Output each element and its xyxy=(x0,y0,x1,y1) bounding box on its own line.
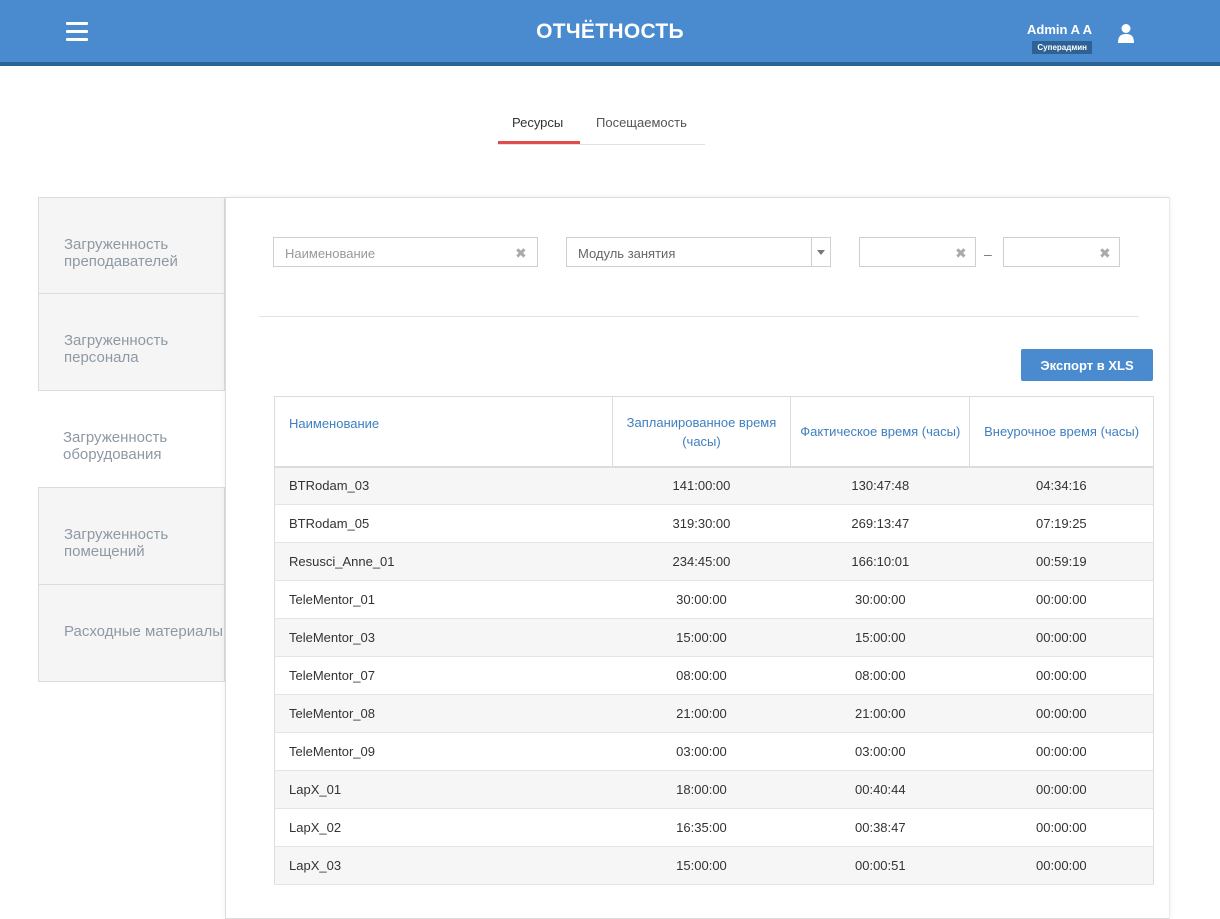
cell-overtime: 07:19:25 xyxy=(969,504,1154,543)
cell-name: BTRodam_05 xyxy=(274,504,613,543)
table-row[interactable]: TeleMentor_09 03:00:00 03:00:00 00:00:00 xyxy=(274,732,1154,771)
chevron-down-icon[interactable] xyxy=(817,250,825,255)
cell-planned: 15:00:00 xyxy=(612,846,791,885)
cell-name: BTRodam_03 xyxy=(274,466,613,505)
cell-actual: 30:00:00 xyxy=(790,580,970,619)
cell-actual: 03:00:00 xyxy=(790,732,970,771)
cell-name: LapX_02 xyxy=(274,808,613,847)
user-role-badge: Суперадмин xyxy=(1032,41,1092,54)
cell-actual: 269:13:47 xyxy=(790,504,970,543)
cell-planned: 319:30:00 xyxy=(612,504,791,543)
table-row[interactable]: TeleMentor_03 15:00:00 15:00:00 00:00:00 xyxy=(274,618,1154,657)
tab-resources[interactable]: Ресурсы xyxy=(512,115,563,130)
cell-planned: 15:00:00 xyxy=(612,618,791,657)
export-xls-button[interactable]: Экспорт в XLS xyxy=(1021,349,1153,381)
sidebar-item-consumables[interactable]: Расходные материалы xyxy=(38,585,225,682)
column-header-overtime[interactable]: Внеурочное время (часы) xyxy=(969,396,1154,468)
table-body: BTRodam_03 141:00:00 130:47:48 04:34:16 BTRo… xyxy=(274,466,1154,885)
report-sidebar: Загруженность преподавателей Загруженнос… xyxy=(38,197,225,682)
cell-actual: 130:47:48 xyxy=(790,466,970,505)
cell-name: TeleMentor_07 xyxy=(274,656,613,695)
date-to-input[interactable]: ✖ xyxy=(1003,237,1120,267)
cell-actual: 21:00:00 xyxy=(790,694,970,733)
cell-actual: 08:00:00 xyxy=(790,656,970,695)
sidebar-item-staff-load[interactable]: Загруженность персонала xyxy=(38,294,225,391)
date-from-input[interactable]: ✖ xyxy=(859,237,976,267)
column-header-name[interactable]: Наименование xyxy=(274,396,613,468)
clear-icon[interactable]: ✖ xyxy=(1099,246,1111,260)
table-row[interactable]: TeleMentor_07 08:00:00 08:00:00 00:00:00 xyxy=(274,656,1154,695)
cell-name: TeleMentor_03 xyxy=(274,618,613,657)
date-range-separator: – xyxy=(984,246,992,262)
name-filter-placeholder: Наименование xyxy=(285,246,376,261)
table-header-row: Наименование Запланированное время (часы… xyxy=(274,396,1154,468)
cell-planned: 18:00:00 xyxy=(612,770,791,809)
cell-actual: 15:00:00 xyxy=(790,618,970,657)
cell-name: TeleMentor_09 xyxy=(274,732,613,771)
cell-overtime: 00:00:00 xyxy=(969,770,1154,809)
user-info: Admin A A Суперадмин xyxy=(1027,22,1092,55)
cell-actual: 00:38:47 xyxy=(790,808,970,847)
cell-planned: 08:00:00 xyxy=(612,656,791,695)
clear-icon[interactable]: ✖ xyxy=(955,246,967,260)
cell-actual: 166:10:01 xyxy=(790,542,970,581)
user-icon[interactable] xyxy=(1116,23,1136,43)
name-filter-input[interactable]: Наименование ✖ xyxy=(273,237,538,267)
table-row[interactable]: LapX_01 18:00:00 00:40:44 00:00:00 xyxy=(274,770,1154,809)
module-select-value: Модуль занятия xyxy=(578,246,676,261)
cell-name: Resusci_Anne_01 xyxy=(274,542,613,581)
cell-overtime: 00:00:00 xyxy=(969,846,1154,885)
active-tab-indicator xyxy=(498,141,580,144)
table-row[interactable]: LapX_02 16:35:00 00:38:47 00:00:00 xyxy=(274,808,1154,847)
cell-actual: 00:00:51 xyxy=(790,846,970,885)
tab-attendance[interactable]: Посещаемость xyxy=(596,115,687,130)
cell-planned: 16:35:00 xyxy=(612,808,791,847)
cell-overtime: 00:59:19 xyxy=(969,542,1154,581)
cell-planned: 03:00:00 xyxy=(612,732,791,771)
cell-planned: 21:00:00 xyxy=(612,694,791,733)
sidebar-item-rooms-load[interactable]: Загруженность помещений xyxy=(38,488,225,585)
cell-overtime: 00:00:00 xyxy=(969,580,1154,619)
report-panel: Наименование ✖ Модуль занятия ✖ – ✖ Эксп… xyxy=(225,197,1170,919)
cell-name: TeleMentor_08 xyxy=(274,694,613,733)
cell-overtime: 04:34:16 xyxy=(969,466,1154,505)
filters-divider xyxy=(259,316,1139,317)
cell-overtime: 00:00:00 xyxy=(969,732,1154,771)
cell-actual: 00:40:44 xyxy=(790,770,970,809)
column-header-actual[interactable]: Фактическое время (часы) xyxy=(790,396,971,468)
module-select[interactable]: Модуль занятия xyxy=(566,237,831,267)
sidebar-item-teachers-load[interactable]: Загруженность преподавателей xyxy=(38,197,225,294)
table-row[interactable]: Resusci_Anne_01 234:45:00 166:10:01 00:59:1… xyxy=(274,542,1154,581)
cell-name: LapX_01 xyxy=(274,770,613,809)
cell-name: TeleMentor_01 xyxy=(274,580,613,619)
table-row[interactable]: BTRodam_03 141:00:00 130:47:48 04:34:16 xyxy=(274,466,1154,505)
clear-icon[interactable]: ✖ xyxy=(515,246,527,260)
sidebar-item-equipment-load[interactable]: Загруженность оборудования xyxy=(38,391,225,488)
app-header: ОТЧЁТНОСТЬ Admin A A Суперадмин xyxy=(0,0,1220,66)
table-row[interactable]: TeleMentor_08 21:00:00 21:00:00 00:00:00 xyxy=(274,694,1154,733)
table-row[interactable]: LapX_03 15:00:00 00:00:51 00:00:00 xyxy=(274,846,1154,885)
user-name: Admin A A xyxy=(1027,22,1092,37)
cell-planned: 30:00:00 xyxy=(612,580,791,619)
cell-overtime: 00:00:00 xyxy=(969,656,1154,695)
cell-overtime: 00:00:00 xyxy=(969,694,1154,733)
table-row[interactable]: TeleMentor_01 30:00:00 30:00:00 00:00:00 xyxy=(274,580,1154,619)
cell-planned: 234:45:00 xyxy=(612,542,791,581)
table-row[interactable]: BTRodam_05 319:30:00 269:13:47 07:19:25 xyxy=(274,504,1154,543)
report-tabs: Ресурсы Посещаемость xyxy=(498,112,705,145)
cell-name: LapX_03 xyxy=(274,846,613,885)
cell-overtime: 00:00:00 xyxy=(969,808,1154,847)
cell-overtime: 00:00:00 xyxy=(969,618,1154,657)
cell-planned: 141:00:00 xyxy=(612,466,791,505)
equipment-load-table: Наименование Запланированное время (часы… xyxy=(274,396,1154,885)
column-header-planned[interactable]: Запланированное время (часы) xyxy=(612,396,792,468)
